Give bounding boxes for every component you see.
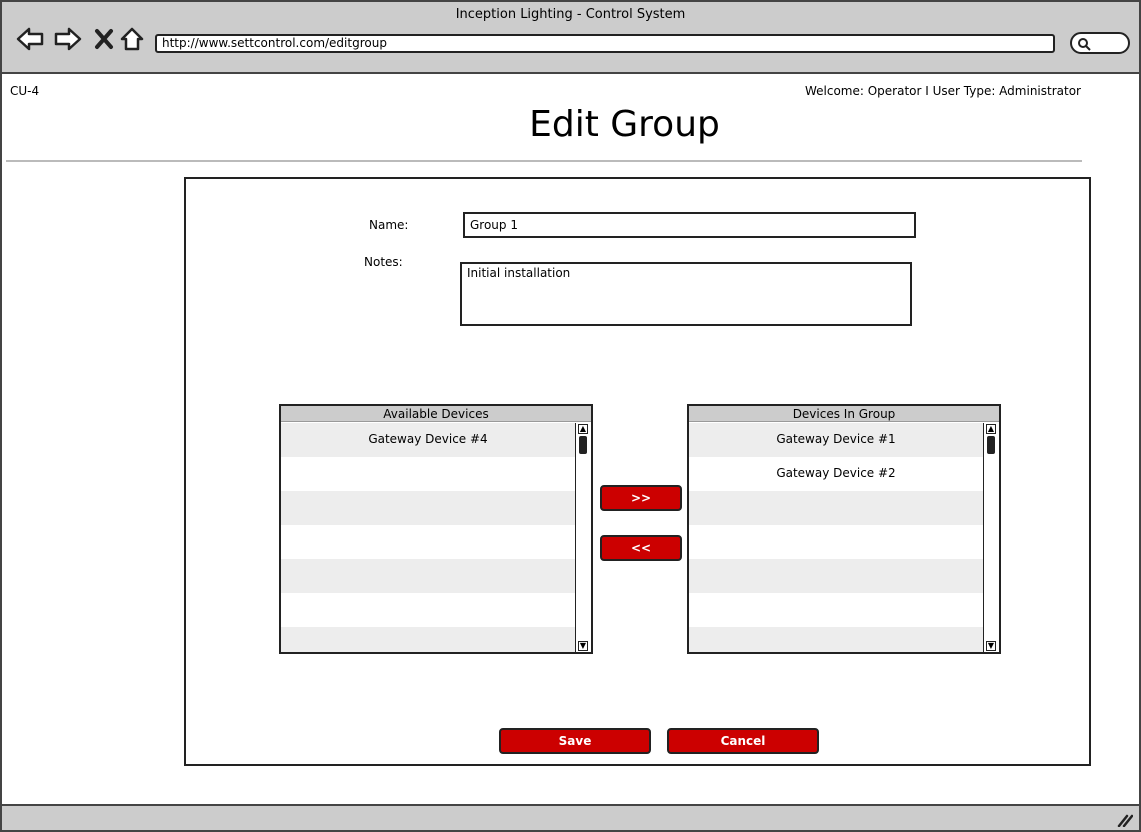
page-title: Edit Group — [529, 104, 720, 145]
browser-statusbar — [2, 804, 1139, 830]
list-item[interactable] — [689, 627, 983, 652]
scroll-thumb[interactable] — [579, 436, 587, 454]
list-item[interactable] — [281, 525, 575, 559]
browser-search-field[interactable] — [1070, 32, 1130, 54]
window-title: Inception Lighting - Control System — [455, 7, 686, 22]
list-item[interactable]: Gateway Device #1 — [689, 423, 983, 457]
scroll-up-icon[interactable]: ▲ — [578, 424, 588, 434]
add-to-group-button[interactable]: >> — [600, 485, 682, 511]
list-item[interactable] — [281, 491, 575, 525]
search-icon — [1078, 38, 1091, 51]
remove-from-group-button[interactable]: << — [600, 535, 682, 561]
browser-window: Inception Lighting - Control System http… — [0, 0, 1141, 832]
available-devices-header: Available Devices — [281, 406, 591, 422]
list-item[interactable] — [281, 593, 575, 627]
browser-titlebar: Inception Lighting - Control System http… — [2, 2, 1139, 74]
list-item[interactable] — [689, 559, 983, 593]
forward-icon[interactable] — [54, 26, 82, 52]
list-item[interactable] — [689, 525, 983, 559]
name-input[interactable] — [463, 212, 916, 238]
list-item[interactable] — [281, 559, 575, 593]
available-devices-list: Available Devices Gateway Device #4 ▲ ▼ — [279, 404, 593, 654]
page-id: CU-4 — [10, 84, 40, 98]
scroll-thumb[interactable] — [987, 436, 995, 454]
back-icon[interactable] — [16, 26, 44, 52]
list-item[interactable] — [689, 491, 983, 525]
save-button[interactable]: Save — [499, 728, 651, 754]
header-divider — [6, 160, 1082, 162]
scroll-down-icon[interactable]: ▼ — [578, 641, 588, 651]
in-group-scrollbar[interactable]: ▲ ▼ — [983, 423, 999, 652]
resize-grip-icon[interactable] — [1117, 812, 1134, 828]
list-item[interactable] — [689, 593, 983, 627]
devices-in-group-header: Devices In Group — [689, 406, 999, 422]
notes-label: Notes: — [364, 255, 403, 269]
list-item[interactable]: Gateway Device #2 — [689, 457, 983, 491]
devices-in-group-list: Devices In Group Gateway Device #1 Gatew… — [687, 404, 1001, 654]
address-bar[interactable]: http://www.settcontrol.com/editgroup — [155, 34, 1055, 53]
scroll-up-icon[interactable]: ▲ — [986, 424, 996, 434]
stop-icon[interactable] — [94, 26, 120, 52]
available-scrollbar[interactable]: ▲ ▼ — [575, 423, 591, 652]
cancel-button[interactable]: Cancel — [667, 728, 819, 754]
notes-textarea[interactable]: Initial installation — [460, 262, 912, 326]
welcome-text: Welcome: Operator I User Type: Administr… — [804, 84, 1081, 98]
list-item[interactable] — [281, 627, 575, 652]
home-icon[interactable] — [119, 26, 145, 52]
name-label: Name: — [369, 218, 409, 232]
list-item[interactable] — [281, 457, 575, 491]
list-item[interactable]: Gateway Device #4 — [281, 423, 575, 457]
edit-group-panel: Name: Notes: Initial installation Availa… — [184, 177, 1091, 766]
scroll-down-icon[interactable]: ▼ — [986, 641, 996, 651]
